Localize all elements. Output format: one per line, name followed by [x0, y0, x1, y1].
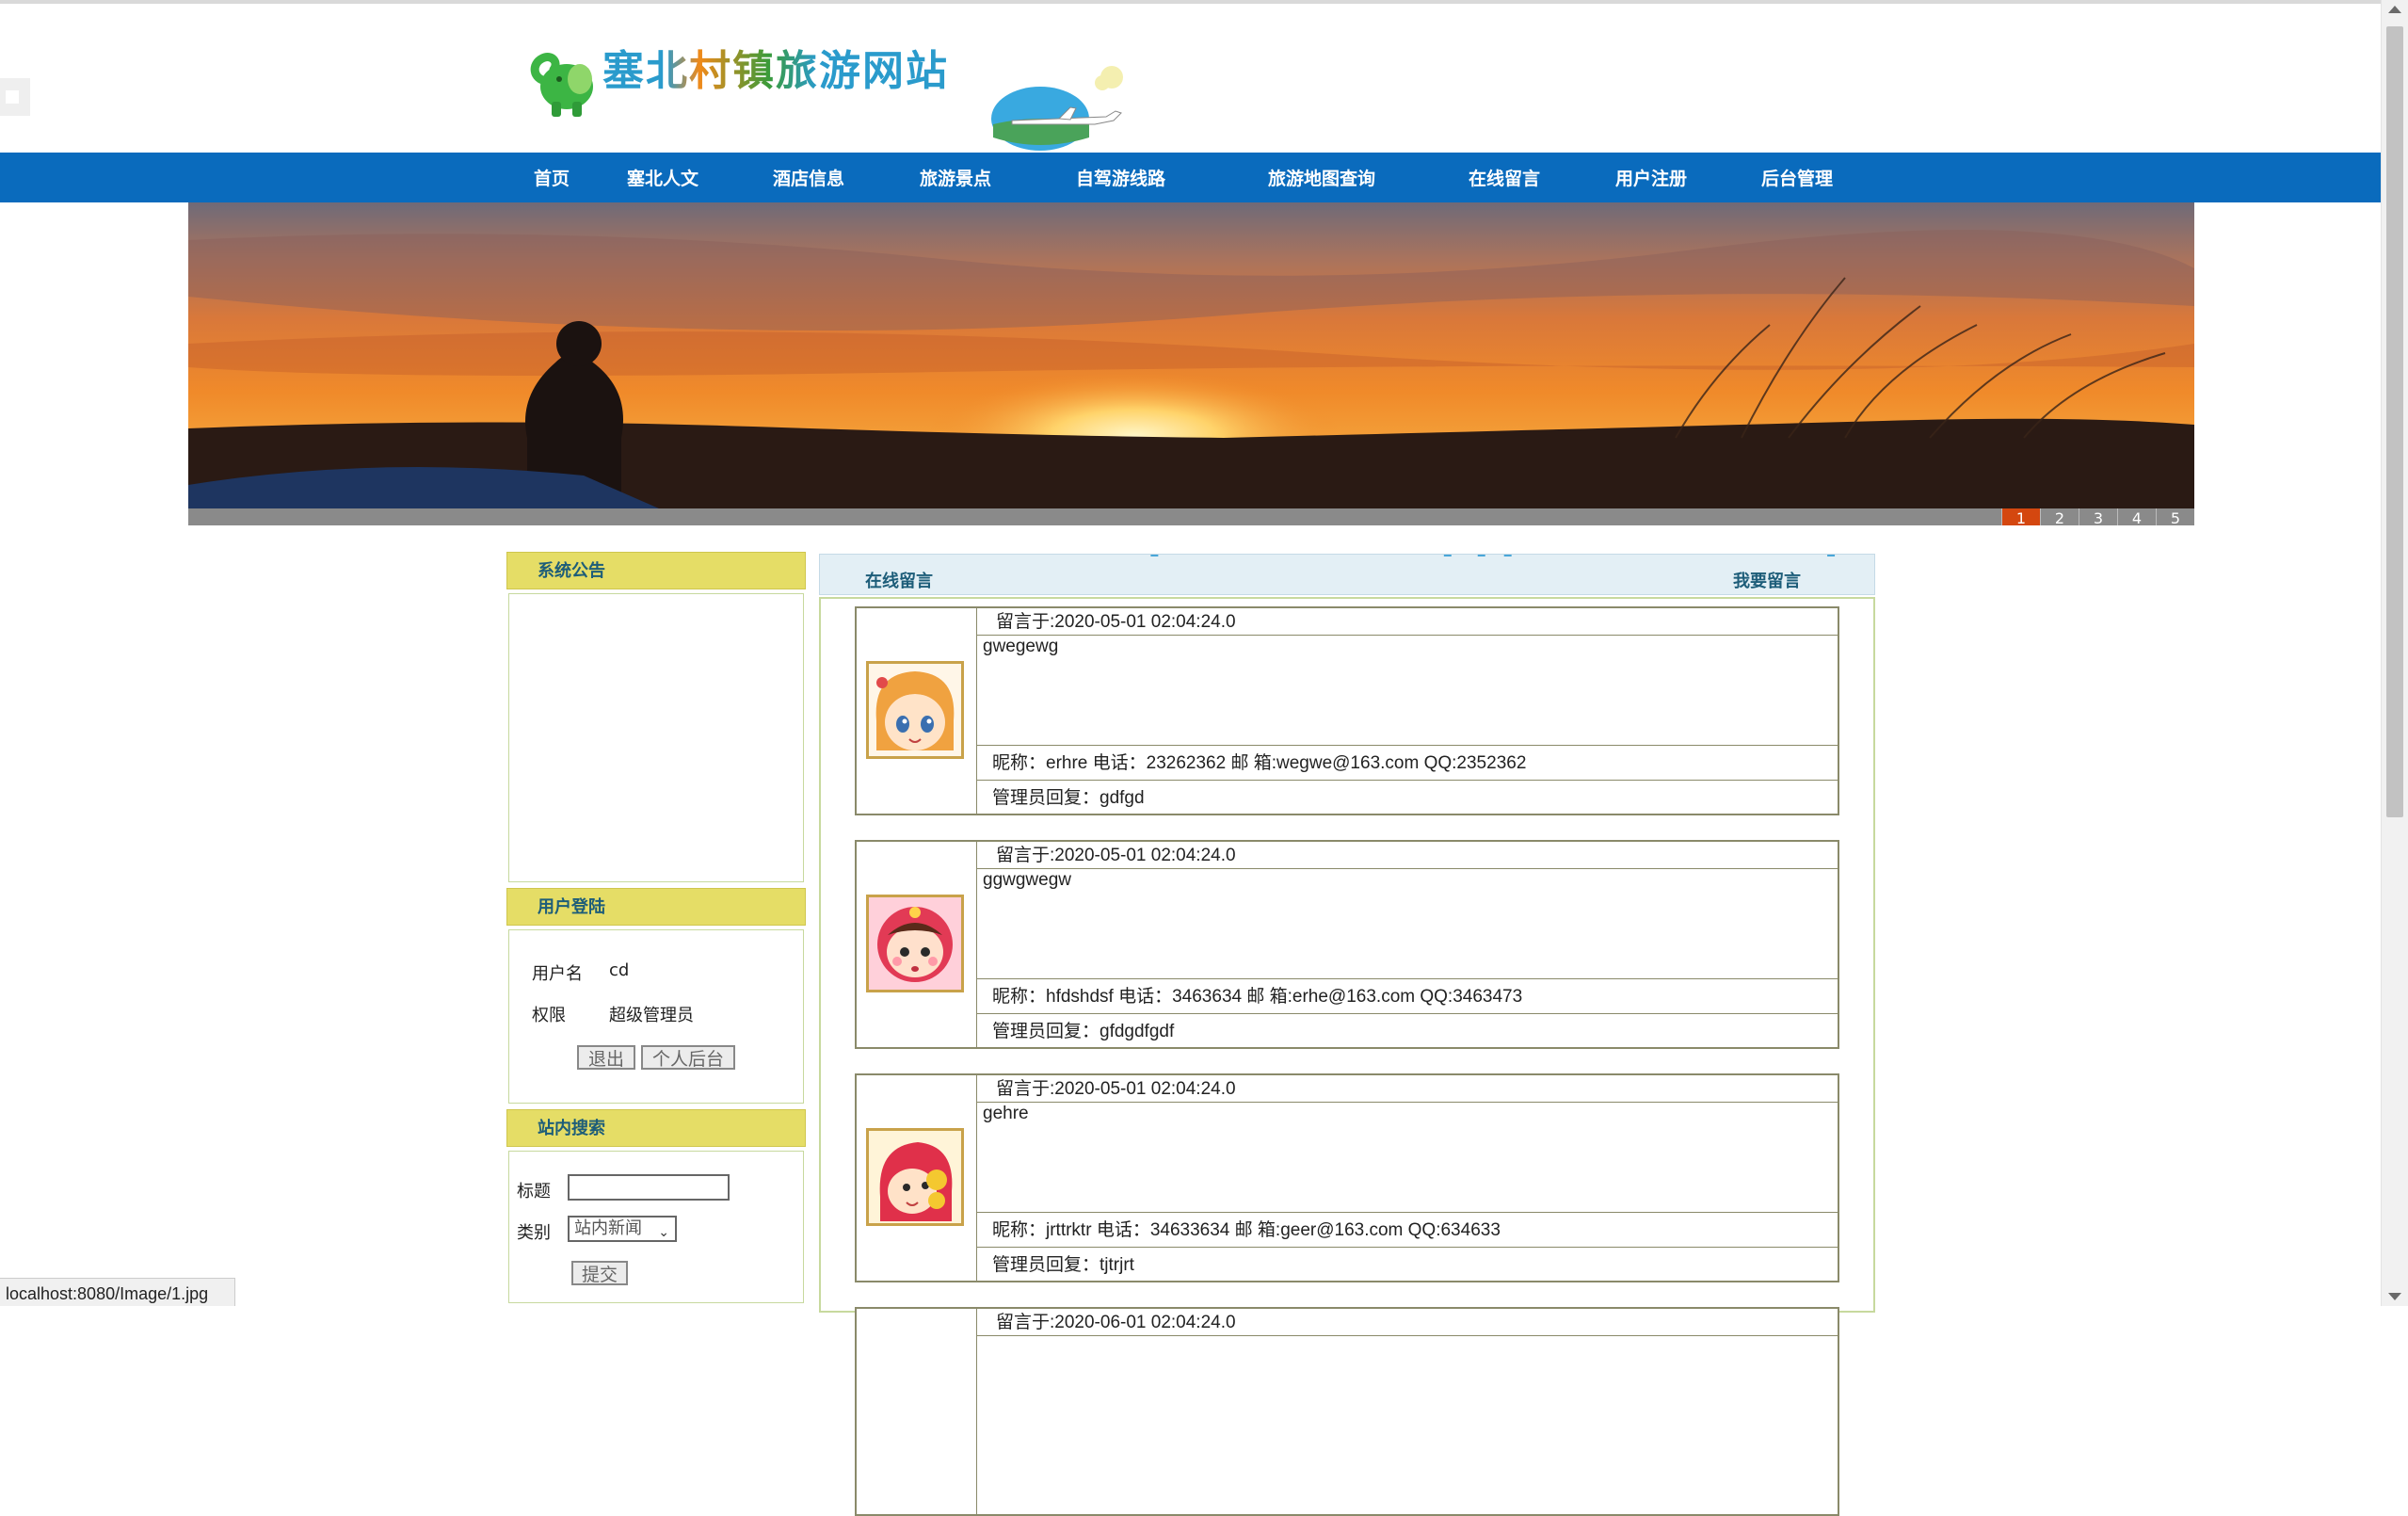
- banner-pager-bar: 1 2 3 4 5: [188, 508, 2194, 525]
- left-sidebar: 系统公告 用户登陆 用户名 cd 权限 超级管理员 退出 个人后台 站内搜索 标…: [506, 552, 806, 1303]
- scroll-down-icon[interactable]: [2388, 1293, 2401, 1300]
- message-card: 留言于:2020-05-01 02:04:24.0 ggwgwegw 昵称：hf…: [855, 840, 1839, 1049]
- notice-panel: [508, 593, 804, 882]
- airplane-logo-icon: [991, 66, 1123, 151]
- search-submit-button[interactable]: 提交: [571, 1261, 628, 1285]
- message-author-info: 昵称：hfdshdsf 电话：3463634 邮 箱:erhe@163.com …: [977, 979, 1838, 1014]
- guestbook-panel: 在线留言 我要留言 留言于:2020-05-01 02:04:24.0 gweg…: [819, 554, 1875, 1516]
- guestbook-header: 在线留言 我要留言: [819, 554, 1875, 595]
- elephant-logo-icon: [530, 53, 593, 117]
- hooded-avatar: [866, 1128, 964, 1226]
- username-label: 用户名: [532, 964, 583, 984]
- avatar-cell: [857, 608, 977, 814]
- banner-slideshow[interactable]: [188, 202, 2194, 508]
- banner-page-3[interactable]: 3: [2079, 508, 2117, 525]
- nav-hotels[interactable]: 酒店信息: [773, 153, 844, 206]
- message-time: 留言于:2020-05-01 02:04:24.0: [977, 842, 1838, 869]
- side-marker: [0, 78, 30, 116]
- main-nav: 首页 塞北人文 酒店信息 旅游景点 自驾游线路 旅游地图查询 在线留言 用户注册…: [0, 153, 2382, 202]
- site-logo[interactable]: 塞北村镇旅游网站: [527, 45, 1478, 151]
- login-title: 用户登陆: [538, 897, 605, 917]
- message-content: gehre: [977, 1103, 1838, 1213]
- message-content: ggwgwegw: [977, 869, 1838, 979]
- nav-map-search[interactable]: 旅游地图查询: [1268, 153, 1375, 206]
- banner-page-2[interactable]: 2: [2040, 508, 2079, 525]
- search-header: 站内搜索: [506, 1109, 806, 1147]
- message-card: 留言于:2020-05-01 02:04:24.0 gehre 昵称：jrttr…: [855, 1073, 1839, 1282]
- admin-reply: 管理员回复：gfdgdfgdf: [992, 1022, 1175, 1041]
- message-card: 留言于:2020-05-01 02:04:24.0 gwegewg 昵称：erh…: [855, 606, 1839, 815]
- personal-backend-button[interactable]: 个人后台: [641, 1045, 735, 1070]
- status-url-tooltip: localhost:8080/Image/1.jpg: [0, 1278, 235, 1306]
- notice-header: 系统公告: [506, 552, 806, 589]
- scrollbar-thumb[interactable]: [2386, 26, 2403, 817]
- chevron-down-icon: ⌄: [658, 1225, 669, 1240]
- search-category-select[interactable]: 站内新闻 ⌄: [568, 1216, 677, 1242]
- avatar-cell: [857, 1075, 977, 1281]
- nav-home[interactable]: 首页: [534, 153, 570, 206]
- message-time: 留言于:2020-06-01 02:04:24.0: [977, 1309, 1838, 1336]
- baby-avatar: [866, 895, 964, 992]
- avatar-cell: [857, 842, 977, 1047]
- scroll-up-icon[interactable]: [2388, 6, 2401, 13]
- role-label: 权限: [532, 1006, 566, 1025]
- logout-button[interactable]: 退出: [577, 1045, 635, 1070]
- message-card: 留言于:2020-06-01 02:04:24.0: [855, 1307, 1839, 1516]
- top-border: [0, 0, 2382, 4]
- site-title: 塞北村镇旅游网站: [602, 45, 949, 98]
- sunset-banner-image: [188, 202, 2194, 508]
- admin-reply: 管理员回复：gdfgd: [992, 788, 1145, 808]
- search-category-value: 站内新闻: [574, 1218, 642, 1238]
- message-author-info: 昵称：erhre 电话：23262362 邮 箱:wegwe@163.com Q…: [977, 746, 1838, 781]
- message-author-info: 昵称：jrttrktr 电话：34633634 邮 箱:geer@163.com…: [977, 1213, 1838, 1248]
- banner-page-4[interactable]: 4: [2117, 508, 2156, 525]
- search-title: 站内搜索: [538, 1119, 605, 1138]
- anime-girl-avatar-icon: [869, 664, 961, 756]
- guestbook-title: 在线留言: [865, 572, 933, 591]
- message-time: 留言于:2020-05-01 02:04:24.0: [977, 608, 1838, 636]
- vertical-scrollbar[interactable]: [2381, 0, 2408, 1306]
- notice-title: 系统公告: [538, 561, 605, 581]
- search-title-label: 标题: [517, 1182, 551, 1202]
- username-value: cd: [609, 960, 630, 980]
- avatar-cell: [857, 1309, 977, 1514]
- header-decoration: [1150, 555, 1836, 556]
- search-title-input[interactable]: [568, 1174, 730, 1201]
- banner-pager: 1 2 3 4 5: [2001, 508, 2194, 525]
- message-list: 留言于:2020-05-01 02:04:24.0 gwegewg 昵称：erh…: [819, 597, 1875, 1516]
- baby-avatar-icon: [869, 897, 961, 990]
- nav-driving-routes[interactable]: 自驾游线路: [1076, 153, 1165, 206]
- hooded-child-avatar-icon: [869, 1131, 961, 1223]
- search-category-label: 类别: [517, 1223, 551, 1243]
- banner-page-5[interactable]: 5: [2156, 508, 2194, 525]
- nav-guestbook[interactable]: 在线留言: [1469, 153, 1540, 206]
- nav-attractions[interactable]: 旅游景点: [920, 153, 991, 206]
- nav-culture[interactable]: 塞北人文: [627, 153, 698, 206]
- login-panel: 用户名 cd 权限 超级管理员 退出 个人后台: [508, 929, 804, 1104]
- admin-reply: 管理员回复：tjtrjrt: [992, 1255, 1134, 1275]
- search-panel: 标题 类别 站内新闻 ⌄ 提交: [508, 1151, 804, 1303]
- login-header: 用户登陆: [506, 888, 806, 926]
- banner-page-1[interactable]: 1: [2001, 508, 2040, 525]
- message-content: gwegewg: [977, 636, 1838, 746]
- message-time: 留言于:2020-05-01 02:04:24.0: [977, 1075, 1838, 1103]
- nav-register[interactable]: 用户注册: [1615, 153, 1687, 206]
- nav-admin[interactable]: 后台管理: [1761, 153, 1833, 206]
- role-value: 超级管理员: [609, 1006, 694, 1025]
- leave-message-link[interactable]: 我要留言: [1733, 568, 1801, 592]
- girl-avatar: [866, 661, 964, 759]
